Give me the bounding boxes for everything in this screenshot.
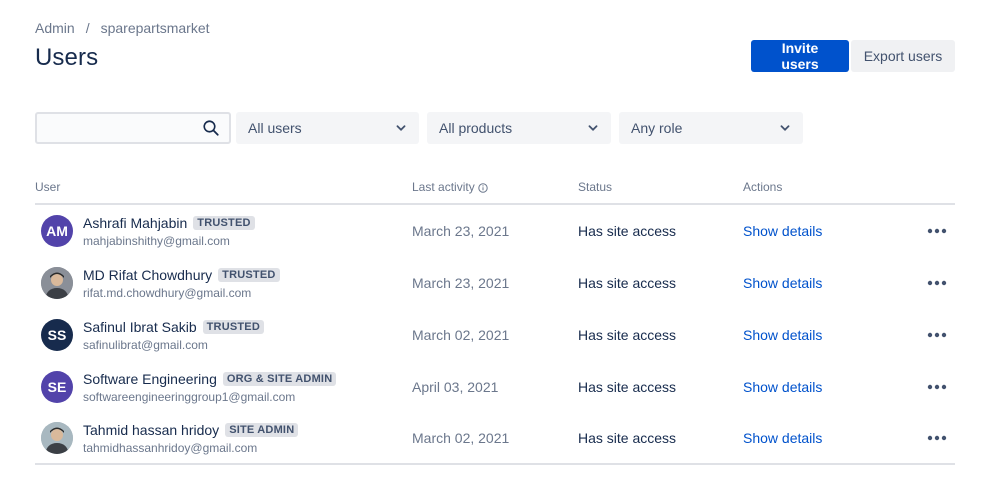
more-actions-icon[interactable] — [925, 325, 949, 345]
table-row: AM Ashrafi Mahjabin TRUSTED mahjabinshithy@… — [35, 205, 955, 257]
user-cell: SE Software Engineering ORG & SITE ADMIN so… — [35, 371, 412, 404]
last-activity-cell: March 02, 2021 — [412, 430, 510, 446]
table-row: SS Safinul Ibrat Sakib TRUSTED safinulibrat… — [35, 309, 955, 361]
search-input[interactable] — [37, 114, 229, 142]
user-name-line: Ashrafi Mahjabin TRUSTED — [83, 215, 255, 231]
user-email: rifat.md.chowdhury@gmail.com — [83, 285, 252, 300]
status-cell: Has site access — [578, 379, 677, 395]
chevron-down-icon — [588, 125, 598, 131]
chevron-down-icon — [396, 125, 406, 131]
user-cell: SS Safinul Ibrat Sakib TRUSTED safinulibrat… — [35, 319, 412, 352]
actions-cell: Show details — [743, 377, 955, 397]
breadcrumb-separator: / — [85, 20, 90, 36]
user-cell: MD Rifat Chowdhury TRUSTED rifat.md.chowdh… — [35, 267, 412, 300]
info-icon[interactable] — [478, 183, 488, 193]
role-badge: TRUSTED — [218, 267, 280, 282]
user-name[interactable]: Software Engineering — [83, 371, 217, 387]
user-name-line: MD Rifat Chowdhury TRUSTED — [83, 267, 280, 283]
actions-cell: Show details — [743, 221, 955, 241]
column-header-last-activity: Last activity — [412, 180, 578, 203]
column-header-user: User — [35, 180, 61, 194]
page-title: Users — [35, 44, 99, 71]
filter-bar: All users All products Any role — [35, 112, 803, 144]
show-details-link[interactable]: Show details — [743, 223, 822, 239]
role-filter-value: Any role — [631, 120, 683, 136]
column-header-last-activity-label: Last activity — [412, 180, 475, 194]
show-details-link[interactable]: Show details — [743, 430, 822, 446]
users-filter-value: All users — [248, 120, 302, 136]
column-header-status: Status — [578, 180, 613, 194]
user-email: tahmidhassanhridoy@gmail.com — [83, 440, 258, 455]
table-row: SE Software Engineering ORG & SITE ADMIN so… — [35, 361, 955, 413]
export-users-button[interactable]: Export users — [851, 40, 955, 72]
last-activity-cell: March 23, 2021 — [412, 223, 510, 239]
last-activity-cell: March 23, 2021 — [412, 275, 510, 291]
breadcrumb-site-link[interactable]: sparepartsmarket — [101, 20, 210, 36]
user-email: safinulibrat@gmail.com — [83, 337, 208, 352]
invite-users-button[interactable]: Invite users — [751, 40, 849, 72]
user-name[interactable]: MD Rifat Chowdhury — [83, 267, 212, 283]
user-info: MD Rifat Chowdhury TRUSTED rifat.md.chowdh… — [83, 267, 280, 300]
actions-cell: Show details — [743, 273, 955, 293]
status-cell: Has site access — [578, 430, 677, 446]
role-badge: TRUSTED — [202, 319, 264, 334]
avatar[interactable]: SE — [41, 371, 73, 403]
avatar-photo[interactable] — [41, 422, 73, 454]
last-activity-cell: March 02, 2021 — [412, 327, 510, 343]
column-header-actions: Actions — [743, 180, 783, 194]
chevron-down-icon — [780, 125, 790, 131]
user-info: Software Engineering ORG & SITE ADMIN soft… — [83, 371, 337, 404]
more-actions-icon[interactable] — [925, 273, 949, 293]
user-info: Ashrafi Mahjabin TRUSTED mahjabinshithy@gm… — [83, 215, 255, 248]
header-actions: Invite users Export users — [751, 40, 955, 72]
show-details-link[interactable]: Show details — [743, 327, 822, 343]
avatar[interactable]: SS — [41, 319, 73, 351]
last-activity-cell: April 03, 2021 — [412, 379, 499, 395]
products-filter-select[interactable]: All products — [427, 112, 611, 144]
table-header: User Last activity Status Actions — [35, 180, 955, 205]
search-field — [35, 112, 231, 144]
user-name[interactable]: Tahmid hassan hridoy — [83, 422, 219, 438]
user-email: softwareengineeringgroup1@gmail.com — [83, 389, 296, 404]
role-badge: TRUSTED — [193, 215, 255, 230]
role-filter-select[interactable]: Any role — [619, 112, 803, 144]
table-body: AM Ashrafi Mahjabin TRUSTED mahjabinshithy@… — [35, 205, 955, 465]
user-name-line: Tahmid hassan hridoy SITE ADMIN — [83, 422, 299, 438]
users-filter-select[interactable]: All users — [236, 112, 419, 144]
actions-cell: Show details — [743, 428, 955, 448]
breadcrumb: Admin / sparepartsmarket — [35, 20, 210, 36]
user-info: Tahmid hassan hridoy SITE ADMIN tahmidhass… — [83, 422, 299, 455]
role-badge: SITE ADMIN — [225, 422, 299, 437]
table-row: MD Rifat Chowdhury TRUSTED rifat.md.chowdh… — [35, 257, 955, 309]
status-cell: Has site access — [578, 327, 677, 343]
table-row: Tahmid hassan hridoy SITE ADMIN tahmidhass… — [35, 413, 955, 465]
breadcrumb-admin-link[interactable]: Admin — [35, 20, 75, 36]
more-actions-icon[interactable] — [925, 221, 949, 241]
user-email: mahjabinshithy@gmail.com — [83, 233, 230, 248]
status-cell: Has site access — [578, 223, 677, 239]
role-badge: ORG & SITE ADMIN — [222, 371, 337, 386]
user-name-line: Safinul Ibrat Sakib TRUSTED — [83, 319, 264, 335]
user-info: Safinul Ibrat Sakib TRUSTED safinulibrat@g… — [83, 319, 264, 352]
show-details-link[interactable]: Show details — [743, 275, 822, 291]
avatar-photo[interactable] — [41, 267, 73, 299]
status-cell: Has site access — [578, 275, 677, 291]
user-name[interactable]: Ashrafi Mahjabin — [83, 215, 187, 231]
user-cell: AM Ashrafi Mahjabin TRUSTED mahjabinshithy@… — [35, 215, 412, 248]
users-table: User Last activity Status Actions AM Ashr… — [35, 180, 955, 465]
user-name[interactable]: Safinul Ibrat Sakib — [83, 319, 197, 335]
actions-cell: Show details — [743, 325, 955, 345]
more-actions-icon[interactable] — [925, 428, 949, 448]
search-icon[interactable] — [202, 119, 220, 137]
avatar[interactable]: AM — [41, 215, 73, 247]
more-actions-icon[interactable] — [925, 377, 949, 397]
user-cell: Tahmid hassan hridoy SITE ADMIN tahmidhass… — [35, 422, 412, 455]
show-details-link[interactable]: Show details — [743, 379, 822, 395]
products-filter-value: All products — [439, 120, 513, 136]
user-name-line: Software Engineering ORG & SITE ADMIN — [83, 371, 337, 387]
